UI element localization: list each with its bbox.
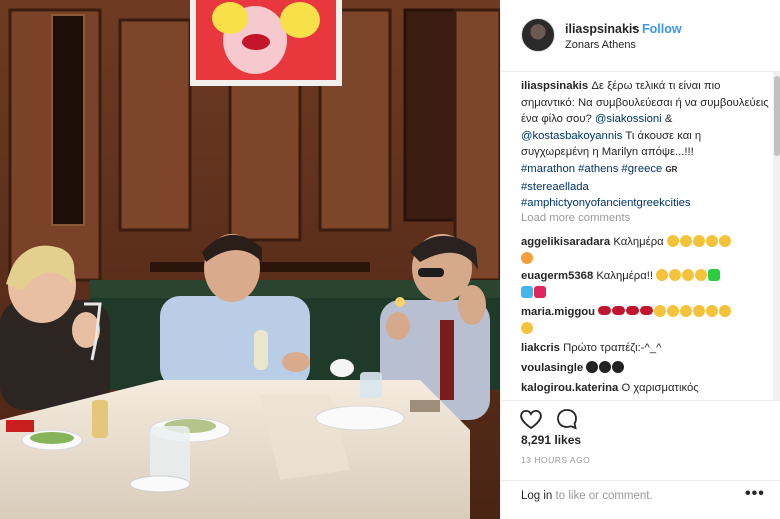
comment-username[interactable]: euagerm5368 — [521, 270, 593, 282]
separator-dot: • — [632, 21, 637, 35]
comment-item: liakcris Πρώτο τραπέζι:-^_^ — [521, 340, 771, 357]
emoji-icon — [586, 361, 625, 374]
mention-link[interactable]: @kostasbakoyannis — [521, 130, 622, 142]
emoji-icon — [521, 251, 534, 265]
comment-text: Ο χαρισματικός — [621, 382, 699, 394]
caption-username[interactable]: iliaspsinakis — [521, 80, 588, 92]
mention-link[interactable]: @siakossioni — [595, 113, 662, 125]
comments-list[interactable]: iliaspsinakis Δε ξέρω τελικά τι είναι πι… — [501, 72, 773, 400]
comment-text: Καλημέρα — [613, 236, 664, 248]
comment-icon[interactable] — [553, 405, 581, 433]
flag-icon: GR — [665, 164, 678, 174]
comment-item: voulasingle — [521, 360, 771, 377]
login-prompt: Log in to like or comment. — [521, 490, 653, 502]
comment-username[interactable]: liakcris — [521, 342, 560, 354]
scrollbar-thumb[interactable] — [774, 76, 780, 156]
post-timestamp[interactable]: 13 HOURS AGO — [521, 455, 590, 465]
restaurant-photo — [0, 0, 500, 519]
avatar[interactable] — [521, 18, 555, 52]
likes-count[interactable]: 8,291 likes — [521, 433, 581, 447]
follow-button[interactable]: Follow — [642, 22, 682, 36]
comment-item: euagerm5368 Καλημέρα!! — [521, 268, 771, 301]
login-prompt-text: to like or comment. — [555, 490, 653, 502]
more-options-icon[interactable]: ••• — [745, 485, 765, 503]
comment-text: Πρώτο τραπέζι:-^_^ — [563, 342, 662, 354]
hashtag-link[interactable]: #amphictyonyofancientgreekcities — [521, 197, 691, 209]
login-link[interactable]: Log in — [521, 490, 552, 502]
comments-scrollbar[interactable] — [773, 72, 780, 400]
location-link[interactable]: Zonars Athens — [565, 39, 636, 51]
add-comment-section: Log in to like or comment. ••• — [501, 480, 780, 519]
emoji-icon — [521, 321, 534, 335]
username-link[interactable]: iliaspsinakis — [565, 22, 639, 36]
instagram-post: iliaspsinakis • Follow Zonars Athens ili… — [0, 0, 780, 519]
comment-username[interactable]: aggelikisaradara — [521, 236, 610, 248]
emoji-icon — [666, 235, 732, 248]
comment-username[interactable]: kalogirou.katerina — [521, 382, 618, 394]
emoji-icon — [598, 305, 732, 318]
comment-username[interactable]: voulasingle — [521, 362, 583, 374]
post-header: iliaspsinakis • Follow Zonars Athens — [501, 0, 780, 72]
post-photo[interactable] — [0, 0, 500, 519]
post-sidebar: iliaspsinakis • Follow Zonars Athens ili… — [500, 0, 780, 519]
comment-item: maria.miggou — [521, 304, 771, 337]
comment-text: Καλημέρα!! — [596, 270, 654, 282]
hashtag-link[interactable]: #stereaellada — [521, 181, 589, 193]
caption-amp: & — [664, 113, 673, 126]
emoji-icon — [656, 269, 721, 282]
comment-item: kalogirou.katerina Ο χαρισματικός — [521, 380, 771, 397]
comment-username[interactable]: maria.miggou — [521, 306, 595, 318]
hashtag-link[interactable]: #marathon #athens #greece — [521, 163, 662, 175]
emoji-icon — [521, 285, 547, 299]
post-caption: iliaspsinakis Δε ξέρω τελικά τι είναι πι… — [521, 78, 771, 212]
comment-item: aggelikisaradara Καλημέρα — [521, 234, 771, 267]
heart-icon[interactable] — [517, 405, 545, 433]
post-actions: 8,291 likes 13 HOURS AGO — [501, 400, 780, 480]
load-more-comments-link[interactable]: Load more comments — [521, 212, 630, 224]
